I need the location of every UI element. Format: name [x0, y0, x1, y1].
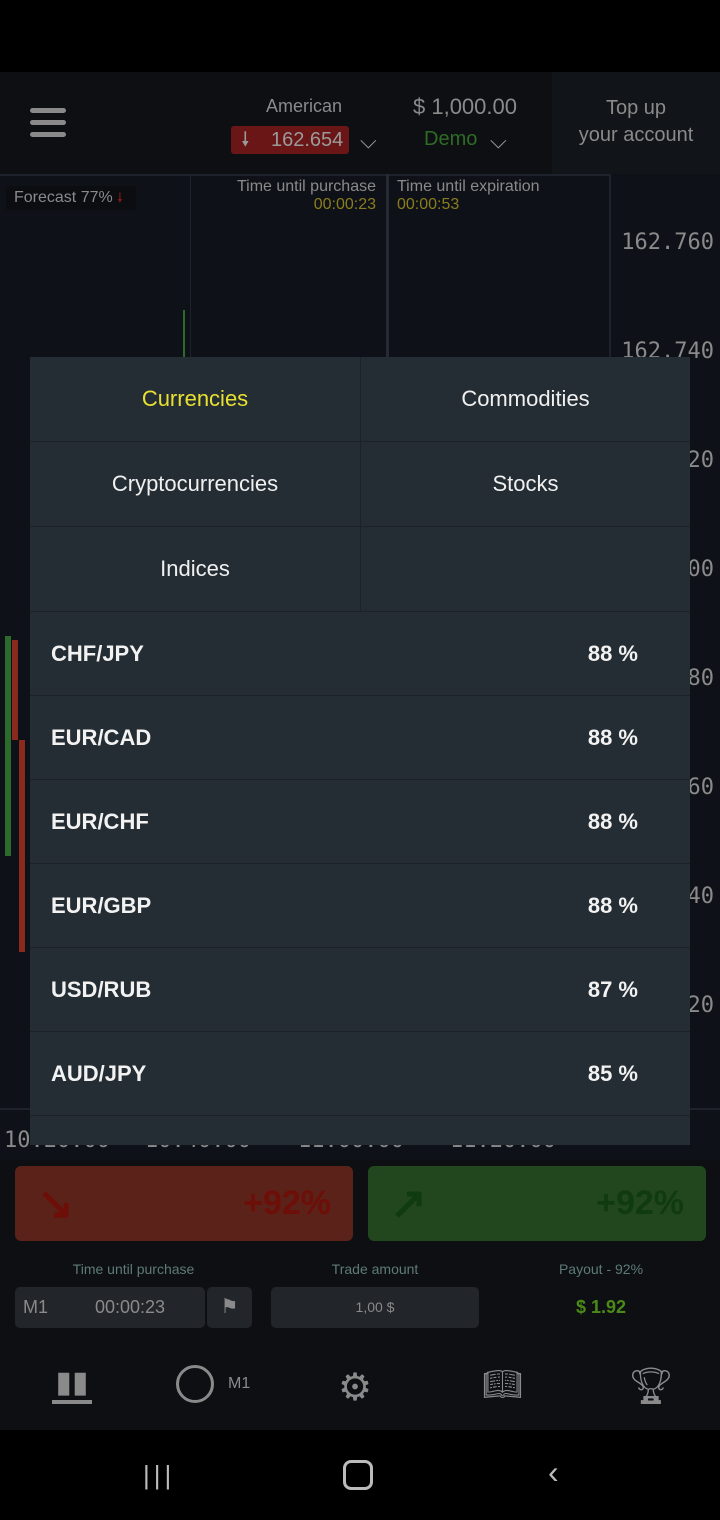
candle: [19, 740, 25, 952]
asset-row[interactable]: CHF/JPY 88 %: [30, 612, 690, 696]
asset-row[interactable]: EUR/CHF 88 %: [30, 780, 690, 864]
recent-apps-icon[interactable]: |||: [143, 1460, 175, 1491]
asset-type: American: [266, 96, 343, 116]
account-chevron-down-icon[interactable]: ⌵: [490, 128, 507, 154]
top-up-button[interactable]: Top up your account: [552, 72, 720, 174]
buy-up-button[interactable]: ↗ +92%: [368, 1166, 706, 1241]
home-icon[interactable]: [343, 1460, 373, 1490]
category-commodities[interactable]: Commodities: [360, 357, 690, 442]
sell-down-button[interactable]: ↘ +92%: [15, 1166, 353, 1241]
asset-chevron-down-icon[interactable]: ⌵: [360, 128, 377, 154]
status-bar: [0, 0, 720, 72]
timeframe-nav[interactable]: M1: [176, 1365, 250, 1403]
trade-amount-input[interactable]: 1,00 $: [271, 1287, 479, 1328]
category-cryptocurrencies[interactable]: Cryptocurrencies: [30, 442, 360, 527]
asset-row[interactable]: EUR/CAD 88 %: [30, 696, 690, 780]
candle: [12, 640, 18, 740]
category-empty: [360, 527, 690, 612]
asset-selector-popup: Currencies Commodities Cryptocurrencies …: [30, 357, 690, 1145]
book-icon[interactable]: 📖︎: [482, 1365, 523, 1403]
arrow-up-right-icon: ↗: [390, 1179, 427, 1228]
back-icon[interactable]: ‹: [548, 1454, 559, 1491]
trophy-icon[interactable]: 🏆︎: [628, 1365, 674, 1407]
candle: [183, 310, 185, 360]
menu-icon[interactable]: [30, 108, 66, 144]
y-tick: 162.760: [621, 230, 714, 255]
candle: [5, 636, 11, 856]
time-label: Time until purchase: [72, 1261, 195, 1277]
asset-row[interactable]: AUD/JPY 85 %: [30, 1032, 690, 1116]
account-mode[interactable]: Demo: [424, 128, 477, 151]
top-up-line2: your account: [578, 124, 694, 146]
category-indices[interactable]: Indices: [30, 527, 360, 612]
price: 162.654: [271, 129, 344, 151]
expiration-timer: Time until expiration 00:00:53: [397, 178, 540, 213]
settings-gear-icon[interactable]: ⚙: [338, 1365, 372, 1410]
top-up-line1: Top up: [605, 97, 667, 119]
asset-row[interactable]: USD/RUB 87 %: [30, 948, 690, 1032]
price-badge[interactable]: 🠗 162.654: [231, 126, 349, 154]
down-arrow-icon: 🠗: [241, 129, 250, 151]
payout-label: Payout - 92%: [558, 1261, 644, 1277]
time-selector[interactable]: M1 00:00:23: [15, 1287, 205, 1328]
candlestick-chart-icon[interactable]: ▮▮: [52, 1365, 92, 1404]
category-currencies[interactable]: Currencies: [30, 357, 360, 442]
amount-label: Trade amount: [331, 1261, 419, 1277]
clock-icon: [176, 1365, 214, 1403]
arrow-down-right-icon: ↘: [37, 1179, 74, 1228]
payout-value: $ 1.92: [575, 1297, 627, 1317]
down-arrow-icon: 🠗: [117, 190, 123, 205]
balance: $ 1,000.00: [413, 94, 517, 119]
category-stocks[interactable]: Stocks: [360, 442, 690, 527]
system-nav-bar: ||| ‹: [0, 1430, 720, 1520]
purchase-timer: Time until purchase 00:00:23: [236, 178, 376, 213]
flag-icon[interactable]: ⚑: [207, 1287, 252, 1328]
forecast: Forecast 77% 🠗: [6, 186, 136, 210]
asset-row[interactable]: EUR/GBP 88 %: [30, 864, 690, 948]
